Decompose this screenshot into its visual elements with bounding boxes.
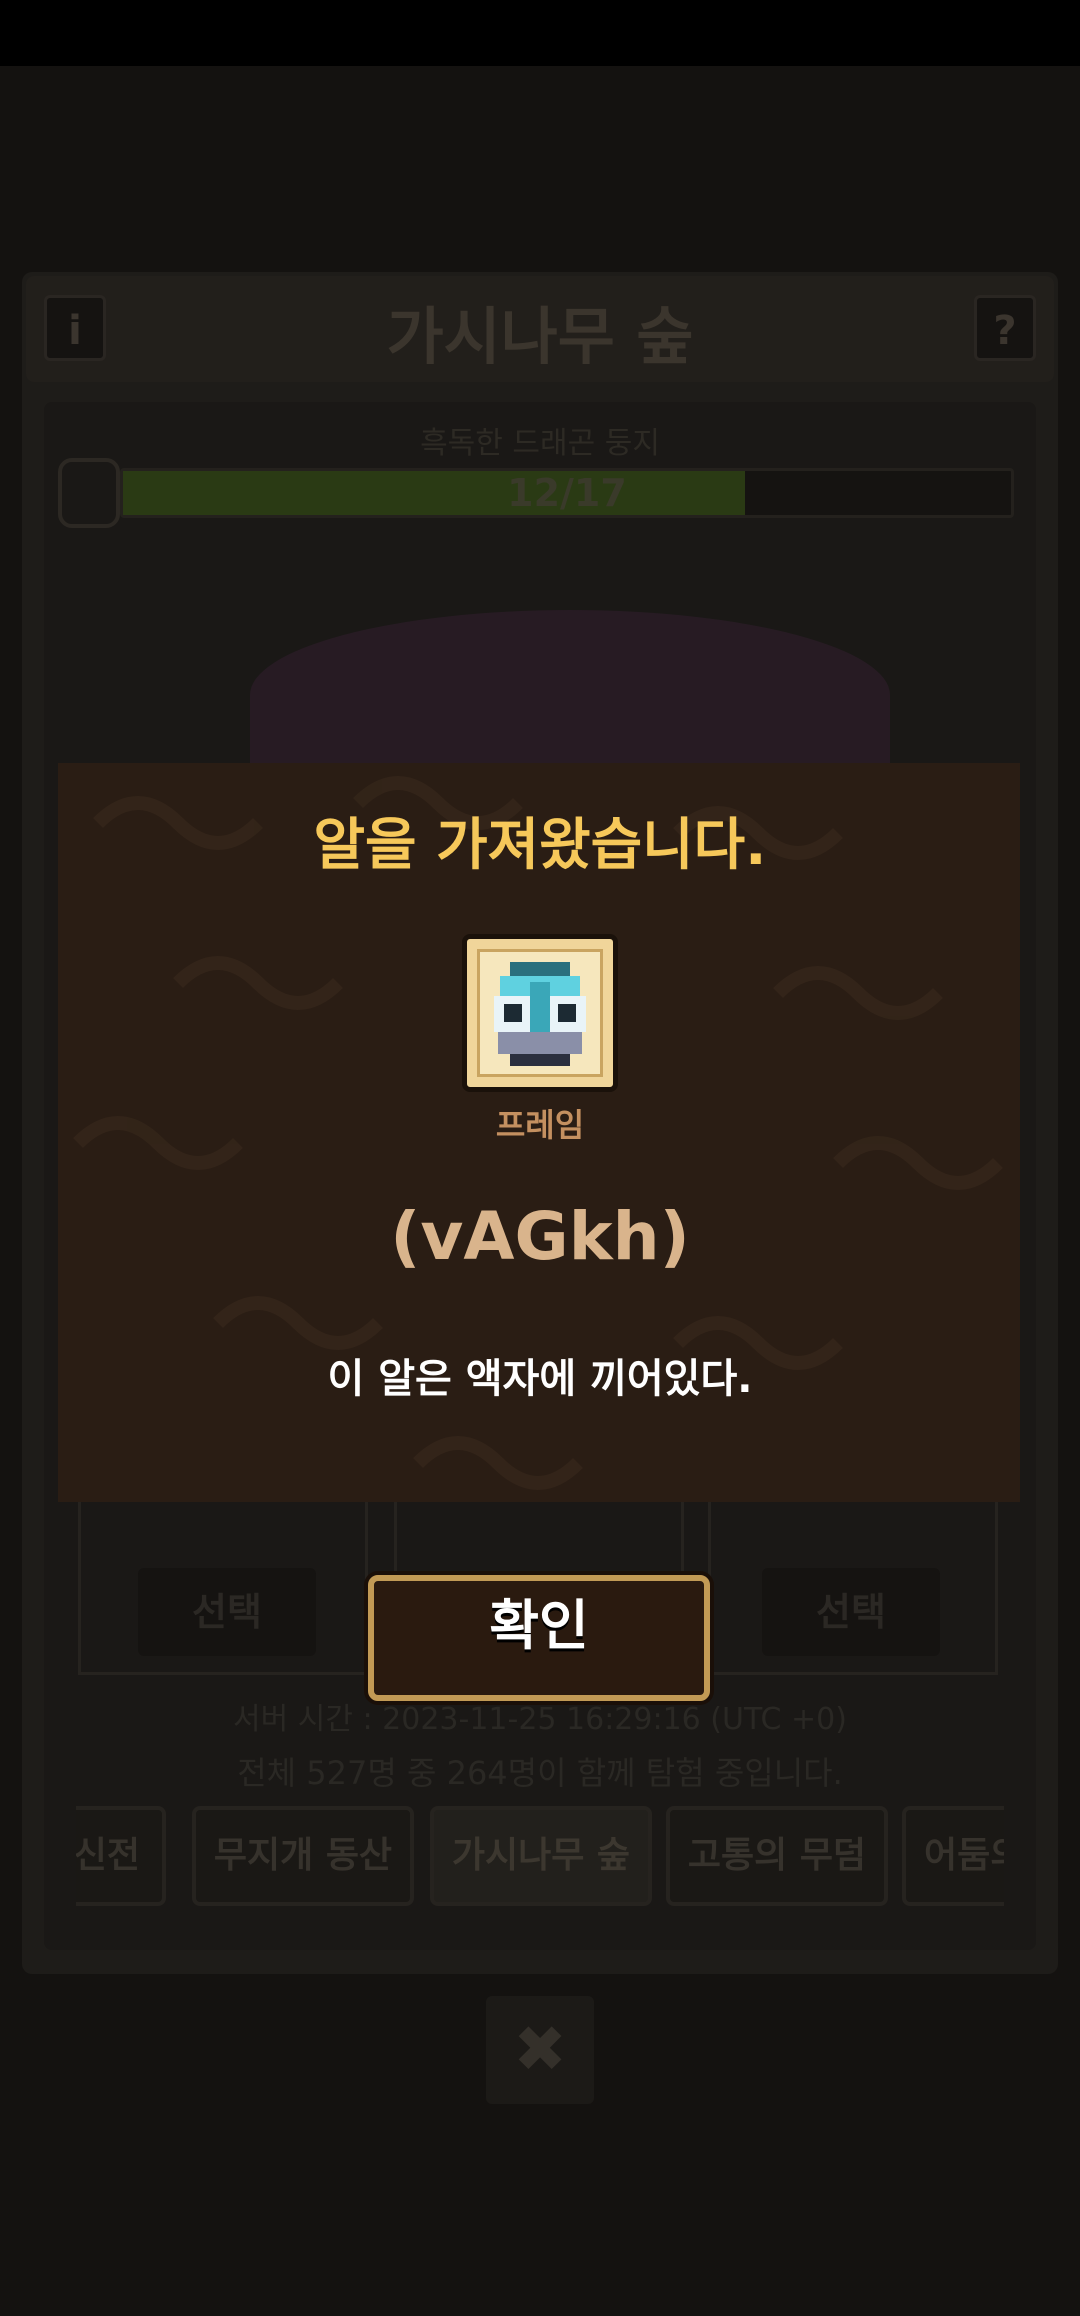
close-button[interactable]: ✖ — [486, 1996, 594, 2104]
boss-image — [250, 610, 890, 780]
info-icon: i — [68, 308, 82, 354]
item-label: 프레임 — [495, 1106, 585, 1144]
clock-icon — [58, 458, 120, 528]
close-icon: ✖ — [513, 2013, 567, 2087]
info-button[interactable]: i — [44, 295, 106, 361]
egg-frame-icon — [462, 934, 618, 1092]
status-bar — [0, 0, 1080, 66]
confirm-button[interactable]: 확인 — [368, 1575, 710, 1701]
stage-title: 가시나무 숲 — [386, 300, 694, 373]
egg-description: 이 알은 액자에 끼어있다. — [327, 1356, 753, 1402]
select-button-right[interactable]: 선택 — [762, 1568, 940, 1656]
select-button-left[interactable]: 선택 — [138, 1568, 316, 1656]
confirm-label: 확인 — [489, 1594, 589, 1657]
egg-code: (vAGkh) — [390, 1198, 690, 1275]
stage-progress-bar: 12/17 — [120, 468, 1014, 518]
progress-text: 12/17 — [507, 471, 627, 515]
modal-title: 알을 가져왔습니다. — [313, 813, 767, 878]
egg-frame-inner — [477, 949, 603, 1077]
tab-thorn-forest[interactable]: 가시나무 숲 — [430, 1806, 652, 1906]
tab-temple[interactable]: 신전 — [76, 1806, 166, 1906]
stage-tabs: 신전 무지개 동산 가시나무 숲 고통의 무덤 어둠의 — [76, 1804, 1004, 1912]
tab-darkness[interactable]: 어둠의 — [902, 1806, 1004, 1906]
egg-sprite — [494, 962, 586, 1066]
tab-tomb-of-pain[interactable]: 고통의 무덤 — [666, 1806, 888, 1906]
boss-name: 흑독한 드래곤 둥지 — [420, 426, 660, 461]
participants-count: 전체 527명 중 264명이 함께 탐험 중입니다. — [237, 1754, 843, 1792]
help-button[interactable]: ? — [974, 295, 1036, 361]
tab-rainbow-hill[interactable]: 무지개 동산 — [192, 1806, 414, 1906]
